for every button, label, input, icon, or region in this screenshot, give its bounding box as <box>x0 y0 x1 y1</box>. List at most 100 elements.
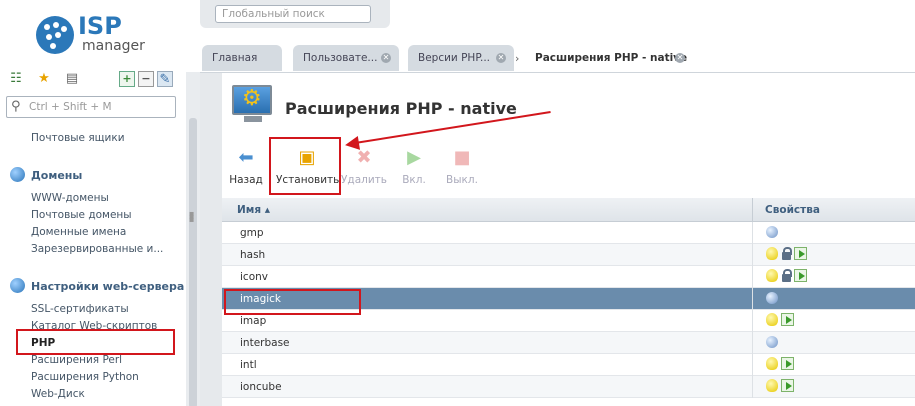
sidebar-item-perl[interactable]: Расширения Perl <box>31 354 122 366</box>
back-button[interactable]: ⬅ Назад <box>222 147 270 186</box>
chevron-right-icon: › <box>515 52 520 65</box>
extension-name: intl <box>240 359 257 371</box>
globe-icon <box>10 167 25 182</box>
clipboard-icon[interactable]: ▤ <box>64 71 80 87</box>
table-row[interactable]: gmp <box>222 222 915 244</box>
sidebar-group-label: Домены <box>31 169 83 182</box>
pin-icon[interactable]: ✎ <box>157 71 173 87</box>
tab-users[interactable]: Пользовате... ✕ <box>293 45 399 71</box>
close-icon[interactable]: ✕ <box>381 53 391 63</box>
install-highlight-box <box>269 137 341 195</box>
bulb-icon <box>766 357 778 370</box>
table-row[interactable]: interbase <box>222 332 915 354</box>
global-search-placeholder: Глобальный поиск <box>222 8 325 20</box>
bulb-icon <box>766 269 778 282</box>
back-arrow-icon: ⬅ <box>238 147 254 168</box>
extension-properties <box>766 357 797 373</box>
collapse-all-icon[interactable]: − <box>138 71 154 87</box>
table-header: Имя ▴ Свойства <box>222 198 915 222</box>
sidebar-toolbar: ☷ ★ ▤ + − ✎ <box>6 69 178 91</box>
php-settings-icon: ⚙ <box>232 85 274 125</box>
globe-icon <box>766 226 778 238</box>
play-icon: ▶ <box>407 147 421 168</box>
resize-grip-icon[interactable]: ▪ ▪ ▪ <box>189 210 194 224</box>
tab-main[interactable]: Главная <box>202 45 282 71</box>
tab-php-extensions[interactable]: Расширения PHP - native ✕ <box>525 45 697 71</box>
play-icon <box>794 269 807 282</box>
table-row[interactable]: iconv <box>222 266 915 288</box>
extension-properties <box>766 313 797 329</box>
sidebar-item-mailboxes[interactable]: Почтовые ящики <box>31 132 125 144</box>
lock-icon <box>781 269 792 282</box>
global-search-input[interactable]: Глобальный поиск <box>215 5 371 23</box>
column-header-name[interactable]: Имя ▴ <box>237 204 270 216</box>
main-content: ⚙ Расширения PHP - native ⬅ Назад ▣ Уста… <box>200 72 915 406</box>
table-row[interactable]: intl <box>222 354 915 376</box>
disable-label: Выкл. <box>446 174 478 186</box>
tab-php-versions[interactable]: Версии PHP... ✕ <box>408 45 514 71</box>
tab-bar: Главная Пользовате... ✕ Версии PHP... ✕ … <box>200 45 915 73</box>
extension-properties <box>766 269 810 285</box>
sidebar-scrollbar[interactable] <box>186 72 200 406</box>
sidebar-item-ssl[interactable]: SSL-сертификаты <box>31 303 129 315</box>
extension-name: iconv <box>240 271 268 283</box>
search-icon: ⚲ <box>11 99 21 114</box>
lock-icon <box>781 247 792 260</box>
annotation-arrow-head <box>343 135 361 153</box>
sidebar-item-mail-domains[interactable]: Почтовые домены <box>31 209 132 221</box>
sidebar-search-placeholder: Ctrl + Shift + M <box>29 101 112 113</box>
tab-label: Главная <box>212 52 258 64</box>
sidebar-group-domains[interactable]: Домены <box>10 167 82 182</box>
extension-properties <box>766 225 781 241</box>
globe-icon <box>766 292 778 304</box>
enable-label: Вкл. <box>402 174 426 186</box>
extension-properties <box>766 335 781 351</box>
sidebar-item-python[interactable]: Расширения Python <box>31 371 139 383</box>
back-label: Назад <box>229 174 263 186</box>
sidebar-search-input[interactable]: ⚲ Ctrl + Shift + M <box>6 96 176 118</box>
php-highlight-box <box>16 329 175 355</box>
delete-label: Удалить <box>341 174 387 186</box>
extension-name: imap <box>240 315 267 327</box>
close-icon[interactable]: ✕ <box>496 53 506 63</box>
globe-icon <box>766 336 778 348</box>
sidebar-menu: Почтовые ящики Домены WWW-домены Почтовы… <box>0 128 186 406</box>
tab-label: Расширения PHP - native <box>535 52 688 64</box>
play-icon <box>794 247 807 260</box>
play-icon <box>781 357 794 370</box>
favorites-star-icon[interactable]: ★ <box>36 71 52 87</box>
sidebar-item-www-domains[interactable]: WWW-домены <box>31 192 109 204</box>
column-header-props[interactable]: Свойства <box>765 204 820 216</box>
tab-label: Пользовате... <box>303 52 378 64</box>
imagick-highlight-box <box>224 289 361 315</box>
sidebar-item-webdisk[interactable]: Web-Диск <box>31 388 85 400</box>
enable-button[interactable]: ▶ Вкл. <box>393 147 435 186</box>
logo-product: manager <box>82 38 145 54</box>
extension-properties <box>766 247 810 263</box>
ispmanager-logo[interactable]: ISP manager <box>36 12 166 56</box>
close-icon[interactable]: ✕ <box>675 53 685 63</box>
extension-name: ioncube <box>240 381 282 393</box>
sidebar-item-domain-names[interactable]: Доменные имена <box>31 226 126 238</box>
extension-name: hash <box>240 249 266 261</box>
expand-all-icon[interactable]: + <box>119 71 135 87</box>
delete-button[interactable]: ✖ Удалить <box>340 147 388 186</box>
tab-label: Версии PHP... <box>418 52 491 64</box>
play-icon <box>781 313 794 326</box>
tree-view-icon[interactable]: ☷ <box>8 71 24 87</box>
sidebar-item-reserved[interactable]: Зарезервированные и... <box>31 243 163 255</box>
stop-icon: ■ <box>453 147 471 168</box>
sidebar-group-webserver[interactable]: Настройки web-сервера <box>10 278 184 293</box>
bulb-icon <box>766 247 778 260</box>
extension-properties <box>766 379 797 395</box>
sidebar-group-label: Настройки web-сервера <box>31 280 185 293</box>
disable-button[interactable]: ■ Выкл. <box>440 147 484 186</box>
extension-name: gmp <box>240 227 264 239</box>
sidebar: ISP manager ☷ ★ ▤ + − ✎ ⚲ Ctrl + Shift +… <box>0 0 200 406</box>
content-gutter <box>200 73 222 406</box>
table-row[interactable]: ioncube <box>222 376 915 398</box>
scrollbar-thumb[interactable] <box>189 118 197 406</box>
bulb-icon <box>766 379 778 392</box>
logo-mark-icon <box>36 16 74 54</box>
table-row[interactable]: hash <box>222 244 915 266</box>
